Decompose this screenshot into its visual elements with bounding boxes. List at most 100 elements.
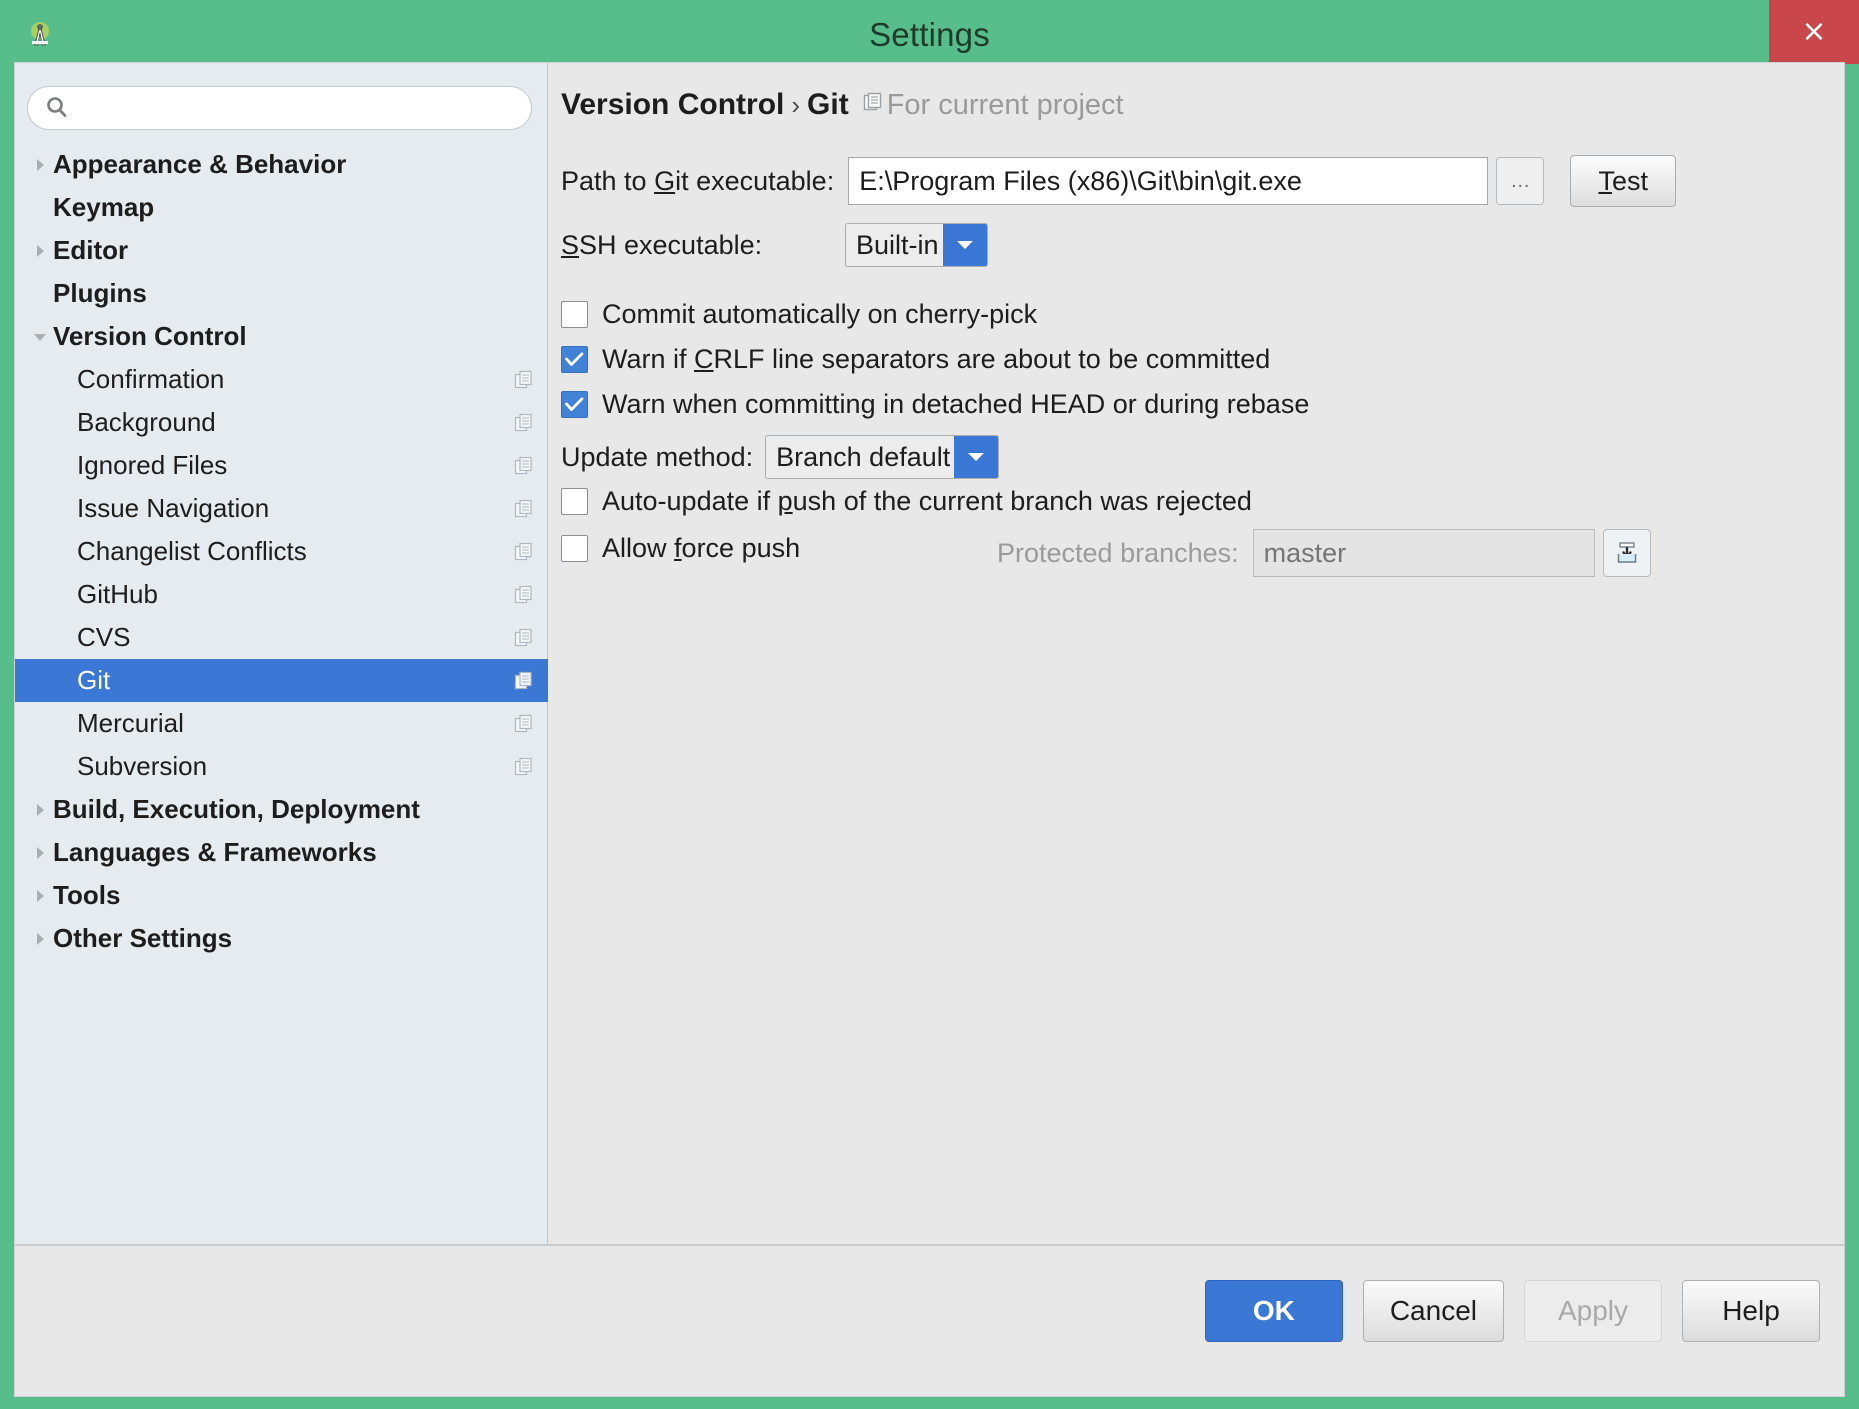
- chevron-right-icon[interactable]: [27, 143, 53, 186]
- sidebar-item-editor[interactable]: Editor: [15, 229, 548, 272]
- sidebar-item-keymap[interactable]: Keymap: [15, 186, 548, 229]
- tree-arrow-placeholder: [51, 616, 77, 659]
- sidebar-item-git[interactable]: Git: [15, 659, 548, 702]
- footer-button-group: OK Cancel Apply Help: [1205, 1280, 1820, 1342]
- browse-button[interactable]: …: [1496, 157, 1544, 205]
- checkbox-label: Auto-update if push of the current branc…: [602, 486, 1252, 517]
- sidebar-item-label: Ignored Files: [77, 450, 227, 481]
- copy-settings-icon[interactable]: [514, 413, 534, 433]
- git-path-row: Path to Git executable: … Test: [561, 155, 1676, 207]
- sidebar-item-subversion[interactable]: Subversion: [15, 745, 548, 788]
- sidebar-item-issue-navigation[interactable]: Issue Navigation: [15, 487, 548, 530]
- sidebar-item-tools[interactable]: Tools: [15, 874, 548, 917]
- checkbox-auto-update-on-rejected-push[interactable]: Auto-update if push of the current branc…: [561, 486, 1252, 517]
- sidebar-item-version-control[interactable]: Version Control: [15, 315, 548, 358]
- tree-arrow-placeholder: [51, 444, 77, 487]
- sidebar-item-label: Tools: [53, 880, 120, 911]
- checkbox-box[interactable]: [561, 391, 588, 418]
- git-path-label: Path to Git executable:: [561, 166, 834, 197]
- cancel-button[interactable]: Cancel: [1363, 1280, 1504, 1342]
- copy-settings-icon[interactable]: [514, 542, 534, 562]
- ssh-executable-row: SSH executable: Built-in: [561, 223, 988, 267]
- sidebar-item-cvs[interactable]: CVS: [15, 616, 548, 659]
- git-path-input[interactable]: [848, 157, 1488, 205]
- checkbox-warn-crlf[interactable]: Warn if CRLF line separators are about t…: [561, 344, 1270, 375]
- sidebar-item-appearance-behavior[interactable]: Appearance & Behavior: [15, 143, 548, 186]
- breadcrumb: Version Control › Git For current projec…: [561, 88, 1124, 122]
- ok-button[interactable]: OK: [1205, 1280, 1343, 1342]
- chevron-right-icon[interactable]: [27, 917, 53, 960]
- checkbox-box[interactable]: [561, 535, 588, 562]
- protected-branches-label: Protected branches:: [997, 538, 1239, 569]
- checkbox-label: Allow force push: [602, 533, 800, 564]
- checkbox-label: Warn if CRLF line separators are about t…: [602, 344, 1270, 375]
- expand-field-icon[interactable]: [1603, 529, 1651, 577]
- sidebar-item-label: Plugins: [53, 278, 147, 309]
- tree-arrow-placeholder: [27, 272, 53, 315]
- ssh-executable-combo[interactable]: Built-in: [845, 223, 988, 267]
- search-input[interactable]: [70, 95, 531, 121]
- sidebar-item-label: Background: [77, 407, 216, 438]
- breadcrumb-parent[interactable]: Version Control: [561, 88, 784, 122]
- window-title: Settings: [0, 0, 1859, 70]
- checkbox-box[interactable]: [561, 346, 588, 373]
- copy-settings-icon[interactable]: [514, 370, 534, 390]
- tree-arrow-placeholder: [51, 358, 77, 401]
- sidebar-item-label: Languages & Frameworks: [53, 837, 377, 868]
- sidebar-item-background[interactable]: Background: [15, 401, 548, 444]
- sidebar-item-other-settings[interactable]: Other Settings: [15, 917, 548, 960]
- help-button-label: Help: [1722, 1295, 1780, 1327]
- sidebar-item-mercurial[interactable]: Mercurial: [15, 702, 548, 745]
- sidebar-item-label: Appearance & Behavior: [53, 149, 346, 180]
- copy-settings-icon[interactable]: [514, 585, 534, 605]
- sidebar-item-ignored-files[interactable]: Ignored Files: [15, 444, 548, 487]
- chevron-down-icon[interactable]: [27, 315, 53, 358]
- sidebar-item-plugins[interactable]: Plugins: [15, 272, 548, 315]
- ssh-executable-value: Built-in: [846, 224, 943, 266]
- copy-settings-icon[interactable]: [514, 456, 534, 476]
- tree-arrow-placeholder: [51, 702, 77, 745]
- chevron-down-icon[interactable]: [943, 224, 987, 266]
- sidebar-item-label: Build, Execution, Deployment: [53, 794, 420, 825]
- update-method-row: Update method: Branch default: [561, 435, 999, 479]
- sidebar-item-github[interactable]: GitHub: [15, 573, 548, 616]
- test-button[interactable]: Test: [1570, 155, 1676, 207]
- copy-settings-icon[interactable]: [514, 628, 534, 648]
- tree-arrow-placeholder: [27, 186, 53, 229]
- checkbox-box[interactable]: [561, 301, 588, 328]
- protected-branches-input[interactable]: [1253, 529, 1595, 577]
- search-icon: [44, 95, 70, 121]
- sidebar-item-confirmation[interactable]: Confirmation: [15, 358, 548, 401]
- help-button[interactable]: Help: [1682, 1280, 1820, 1342]
- search-box[interactable]: [27, 86, 532, 130]
- copy-settings-icon[interactable]: [514, 671, 534, 691]
- sidebar-item-build-execution-deployment[interactable]: Build, Execution, Deployment: [15, 788, 548, 831]
- copy-settings-icon[interactable]: [514, 714, 534, 734]
- apply-button-label: Apply: [1558, 1295, 1628, 1327]
- breadcrumb-current: Git: [807, 88, 849, 122]
- checkbox-box[interactable]: [561, 488, 588, 515]
- copy-settings-icon[interactable]: [514, 499, 534, 519]
- settings-dialog: Appearance & Behavior KeymapEditor Plugins…: [14, 62, 1845, 1397]
- close-button[interactable]: ×: [1769, 0, 1859, 64]
- chevron-right-icon[interactable]: [27, 788, 53, 831]
- chevron-right-icon[interactable]: [27, 229, 53, 272]
- sidebar-item-changelist-conflicts[interactable]: Changelist Conflicts: [15, 530, 548, 573]
- tree-arrow-placeholder: [51, 659, 77, 702]
- checkbox-allow-force-push[interactable]: Allow force push: [561, 533, 800, 564]
- chevron-right-icon[interactable]: [27, 874, 53, 917]
- update-method-value: Branch default: [766, 436, 954, 478]
- update-method-combo[interactable]: Branch default: [765, 435, 999, 479]
- sidebar-item-languages-frameworks[interactable]: Languages & Frameworks: [15, 831, 548, 874]
- sidebar-item-label: GitHub: [77, 579, 158, 610]
- chevron-down-icon[interactable]: [954, 436, 998, 478]
- chevron-right-icon[interactable]: [27, 831, 53, 874]
- sidebar-item-label: Confirmation: [77, 364, 224, 395]
- sidebar-item-label: Issue Navigation: [77, 493, 269, 524]
- checkbox-label: Warn when committing in detached HEAD or…: [602, 389, 1309, 420]
- sidebar-item-label: Changelist Conflicts: [77, 536, 307, 567]
- checkbox-warn-detached-head[interactable]: Warn when committing in detached HEAD or…: [561, 389, 1309, 420]
- ok-button-label: OK: [1253, 1295, 1295, 1327]
- checkbox-commit-automatically-cherry-pick[interactable]: Commit automatically on cherry-pick: [561, 299, 1037, 330]
- copy-settings-icon[interactable]: [514, 757, 534, 777]
